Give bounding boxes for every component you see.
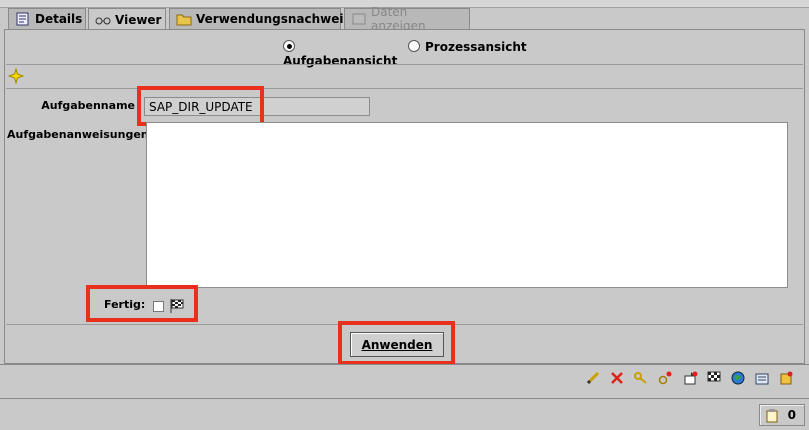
highlight-done <box>86 285 198 322</box>
highlight-task-name <box>137 86 264 126</box>
clipboard-icon <box>766 409 778 426</box>
data-icon <box>351 12 367 26</box>
radio-process-view-indicator[interactable] <box>408 40 420 52</box>
tab-usage-label: Verwendungsnachweis <box>196 12 351 26</box>
status-bar <box>0 398 809 430</box>
checkered-flag-icon[interactable] <box>707 371 721 385</box>
export-icon[interactable] <box>684 371 698 385</box>
delete-icon[interactable] <box>610 371 624 385</box>
link-icon[interactable] <box>658 371 672 385</box>
tab-details-label: Details <box>35 12 83 26</box>
tab-details[interactable]: Details <box>8 8 86 29</box>
tab-usage[interactable]: Verwendungsnachweis <box>169 8 351 29</box>
radio-process-view-label: Prozessansicht <box>425 40 527 54</box>
details-icon <box>15 12 31 26</box>
radio-process-view[interactable]: Prozessansicht <box>408 40 528 56</box>
separator <box>0 364 809 365</box>
task-name-label: Aufgabenname <box>41 99 135 112</box>
key-icon[interactable] <box>634 371 648 385</box>
globe-icon[interactable] <box>731 371 745 385</box>
list-icon[interactable] <box>755 371 769 385</box>
edit-icon[interactable] <box>586 371 600 385</box>
tasks-icon[interactable] <box>779 371 793 385</box>
tab-viewer-label: Viewer <box>115 12 162 27</box>
radio-task-view[interactable]: Aufgabenansicht <box>283 40 413 68</box>
instructions-textarea[interactable] <box>146 122 788 288</box>
tab-show-data[interactable]: Daten anzeigen <box>344 5 470 33</box>
glasses-icon <box>95 13 111 27</box>
separator <box>6 88 803 89</box>
folder-icon <box>176 12 192 26</box>
tab-viewer[interactable]: Viewer <box>88 8 166 30</box>
separator <box>6 64 803 65</box>
notification-counter[interactable]: 0 <box>759 404 805 426</box>
radio-task-view-indicator[interactable] <box>283 40 295 52</box>
radio-task-view-label: Aufgabenansicht <box>283 54 398 68</box>
notification-count: 0 <box>787 408 796 422</box>
highlight-apply <box>338 321 455 365</box>
instructions-label: Aufgabenanweisungen: <box>7 128 154 141</box>
new-icon[interactable] <box>7 67 25 85</box>
